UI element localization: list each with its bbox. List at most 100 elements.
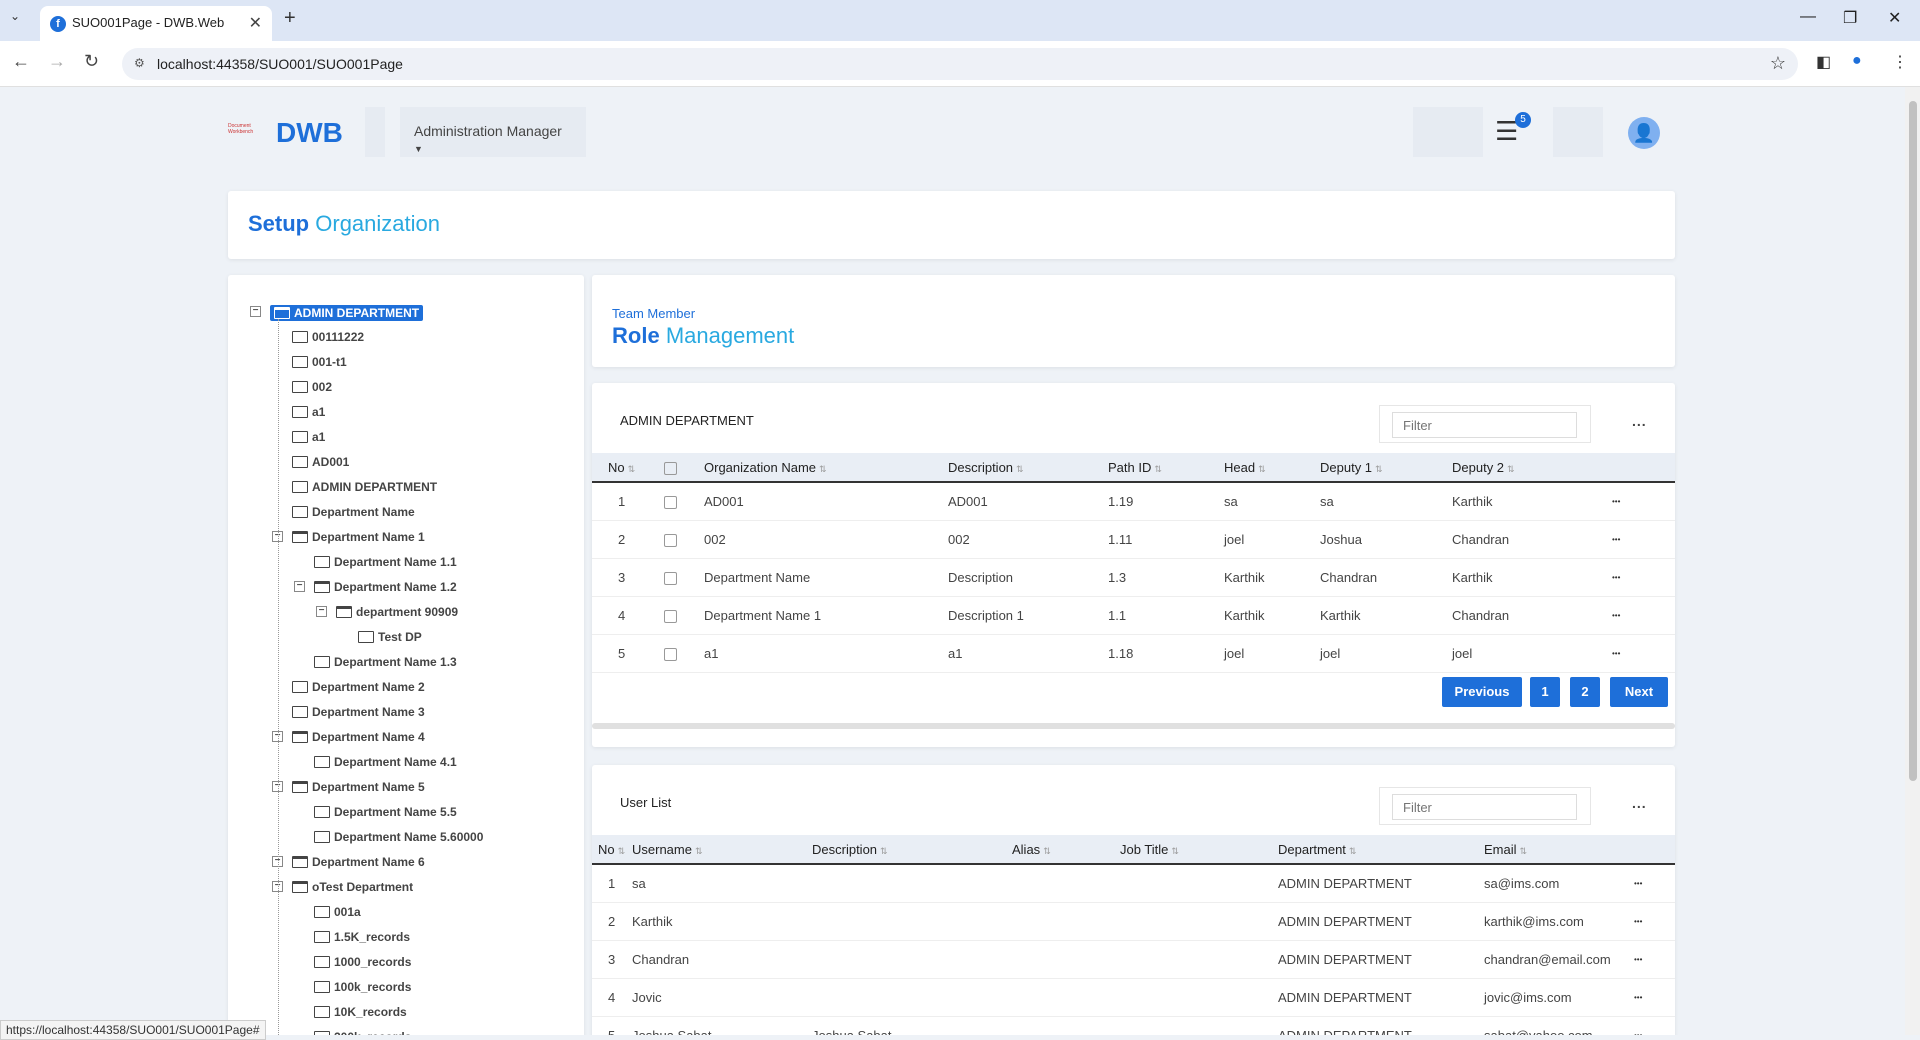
new-tab-icon[interactable]: +	[284, 7, 296, 30]
column-header[interactable]: Job Title ⇅	[1120, 835, 1278, 865]
sort-icon[interactable]: ⇅	[695, 846, 703, 856]
column-header[interactable]: No ⇅	[592, 835, 632, 865]
tree-node[interactable]: 002	[292, 380, 332, 394]
tree-node[interactable]: Department Name 3	[292, 705, 425, 719]
column-header[interactable]: Organization Name ⇅	[704, 453, 948, 483]
table-row[interactable]: 5 Joshua Sabat Joshua Sabat ADMIN DEPARTMEN…	[592, 1016, 1675, 1035]
row-actions-icon[interactable]: •••	[1634, 1016, 1675, 1035]
tree-node[interactable]: − Department Name 6	[272, 855, 425, 869]
sort-icon[interactable]: ⇅	[1375, 464, 1383, 474]
row-checkbox[interactable]	[664, 647, 677, 661]
tree-node[interactable]: AD001	[292, 455, 349, 469]
sort-icon[interactable]: ⇅	[1520, 846, 1528, 856]
sort-icon[interactable]: ⇅	[1171, 846, 1179, 856]
column-header[interactable]: Username ⇅	[632, 835, 812, 865]
table-row[interactable]: 2 002 002 1.11 joel Joshua Chandran •••	[592, 520, 1675, 559]
user-filter-input[interactable]	[1392, 794, 1577, 820]
collapse-icon[interactable]: −	[316, 606, 327, 617]
column-header[interactable]: No ⇅	[592, 453, 664, 483]
column-header[interactable]: Deputy 1 ⇅	[1320, 453, 1452, 483]
table-row[interactable]: 1 AD001 AD001 1.19 sa sa Karthik •••	[592, 482, 1675, 521]
user-more-icon[interactable]: ...	[1632, 795, 1647, 811]
org-filter-input[interactable]	[1392, 412, 1577, 438]
tree-node[interactable]: − Department Name 1	[272, 530, 425, 544]
column-header[interactable]: Description ⇅	[812, 835, 1012, 865]
table-row[interactable]: 3 Chandran ADMIN DEPARTMENT chandran@email.…	[592, 940, 1675, 979]
tree-node[interactable]: Department Name 2	[292, 680, 425, 694]
row-actions-icon[interactable]: •••	[1612, 520, 1675, 559]
scrollbar-thumb[interactable]	[1909, 101, 1917, 781]
sort-icon[interactable]: ⇅	[1258, 464, 1266, 474]
tree-node[interactable]: Department Name	[292, 505, 415, 519]
row-checkbox[interactable]	[664, 495, 677, 509]
row-actions-icon[interactable]: •••	[1612, 634, 1675, 673]
tree-node[interactable]: − oTest Department	[272, 880, 413, 894]
next-button[interactable]: Next	[1610, 677, 1668, 707]
sidepanel-icon[interactable]: ◧	[1816, 52, 1831, 72]
horizontal-scrollbar[interactable]	[592, 723, 1675, 729]
table-row[interactable]: 4 Jovic ADMIN DEPARTMENT jovic@ims.com •••	[592, 978, 1675, 1017]
sort-icon[interactable]: ⇅	[1154, 464, 1162, 474]
tree-node[interactable]: Department Name 5.60000	[314, 830, 483, 844]
close-tab-icon[interactable]: ✕	[249, 13, 262, 33]
site-info-icon[interactable]: ⚙	[134, 56, 145, 70]
browser-tab[interactable]: f SUO001Page - DWB.Web ✕	[40, 6, 272, 41]
collapse-icon[interactable]: −	[250, 306, 261, 317]
tree-node[interactable]: 100k_records	[314, 980, 411, 994]
org-more-icon[interactable]: ...	[1632, 413, 1647, 429]
table-row[interactable]: 3 Department Name Description 1.3 Karthik Cha…	[592, 558, 1675, 597]
tree-node[interactable]: 00111222	[292, 330, 364, 344]
column-header[interactable]: Email ⇅	[1484, 835, 1634, 865]
sort-icon[interactable]: ⇅	[819, 464, 827, 474]
profile-icon[interactable]: ●	[1852, 52, 1862, 70]
row-checkbox[interactable]	[664, 571, 677, 585]
page-1-button[interactable]: 1	[1530, 677, 1560, 707]
page-scrollbar[interactable]	[1905, 87, 1920, 1035]
forward-icon[interactable]: →	[48, 51, 66, 72]
reload-icon[interactable]: ↻	[84, 51, 99, 72]
tree-node[interactable]: − Department Name 5	[272, 780, 425, 794]
tree-node[interactable]: 1000_records	[314, 955, 411, 969]
sort-icon[interactable]: ⇅	[1349, 846, 1357, 856]
row-checkbox[interactable]	[664, 609, 677, 623]
tree-node[interactable]: a1	[292, 405, 325, 419]
row-actions-icon[interactable]: •••	[1634, 902, 1675, 941]
close-window-icon[interactable]: ✕	[1888, 8, 1901, 28]
row-actions-icon[interactable]: •••	[1634, 864, 1675, 903]
tree-node[interactable]: 1.5K_records	[314, 930, 410, 944]
tree-node[interactable]: ADMIN DEPARTMENT	[292, 480, 437, 494]
back-icon[interactable]: ←	[12, 51, 30, 72]
sort-icon[interactable]: ⇅	[1016, 464, 1024, 474]
tree-node[interactable]: Department Name 4.1	[314, 755, 457, 769]
table-row[interactable]: 4 Department Name 1 Description 1 1.1 Karthi…	[592, 596, 1675, 635]
tree-node[interactable]: 10K_records	[314, 1005, 407, 1019]
sort-icon[interactable]: ⇅	[1507, 464, 1515, 474]
page-2-button[interactable]: 2	[1570, 677, 1600, 707]
previous-button[interactable]: Previous	[1442, 677, 1522, 707]
task-list-icon[interactable]: ☰ 5	[1495, 112, 1535, 152]
select-all-checkbox[interactable]	[664, 461, 677, 475]
bookmark-star-icon[interactable]: ☆	[1770, 53, 1786, 74]
tree-node[interactable]: 001-t1	[292, 355, 347, 369]
row-actions-icon[interactable]: •••	[1634, 940, 1675, 979]
sort-icon[interactable]: ⇅	[1043, 846, 1051, 856]
column-header[interactable]: Department ⇅	[1278, 835, 1484, 865]
tree-node[interactable]: − Department Name 1.2	[294, 580, 457, 594]
tree-node[interactable]: Test DP	[358, 630, 422, 644]
tree-node[interactable]: Department Name 1.1	[314, 555, 457, 569]
tree-node[interactable]: − ADMIN DEPARTMENT	[250, 305, 424, 321]
table-row[interactable]: 5 a1 a1 1.18 joel joel joel •••	[592, 634, 1675, 673]
row-checkbox[interactable]	[664, 533, 677, 547]
tree-node[interactable]: 001a	[314, 905, 361, 919]
tree-node[interactable]: Department Name 1.3	[314, 655, 457, 669]
row-actions-icon[interactable]: •••	[1612, 596, 1675, 635]
column-header[interactable]: Head ⇅	[1224, 453, 1320, 483]
sort-icon[interactable]: ⇅	[618, 846, 626, 856]
column-header[interactable]: Path ID ⇅	[1108, 453, 1224, 483]
row-actions-icon[interactable]: •••	[1612, 482, 1675, 521]
tree-node[interactable]: a1	[292, 430, 325, 444]
sort-icon[interactable]: ⇅	[880, 846, 888, 856]
column-header[interactable]: Deputy 2 ⇅	[1452, 453, 1612, 483]
sort-icon[interactable]: ⇅	[628, 464, 636, 474]
tree-node[interactable]: 200k_records	[314, 1030, 411, 1035]
